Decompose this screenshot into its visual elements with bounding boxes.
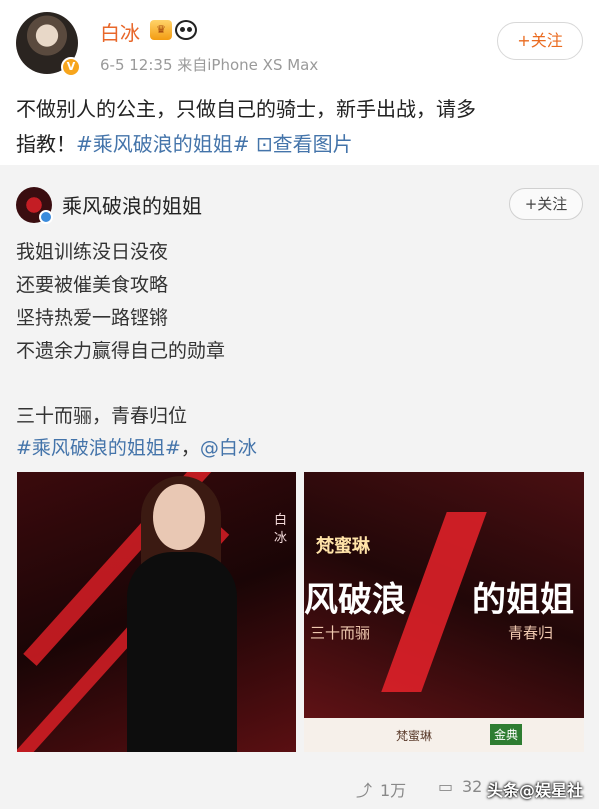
image-title: 风破浪 的姐姐 — [304, 572, 584, 621]
image-icon[interactable]: ⊡ — [250, 132, 273, 156]
repost-card[interactable]: 乘风破浪的姐姐 +关注 我姐训练没日没夜 还要被催美食攻略 坚持热爱一路铿锵 不… — [0, 165, 599, 809]
repost-tags: #乘风破浪的姐姐#，@白冰 — [16, 433, 257, 460]
post-text-line2: 指教！#乘风破浪的姐姐# ⊡查看图片 — [16, 127, 586, 162]
comment-count[interactable]: 32 — [462, 777, 482, 796]
image-sub-right: 青春归 — [508, 624, 554, 642]
figure-head — [153, 484, 205, 550]
repost-line-2: 还要被催美食攻略 — [16, 274, 169, 296]
repost-line-4: 不遗余力赢得自己的勋章 — [16, 340, 226, 362]
repost-icon[interactable]: ⤴ — [356, 777, 372, 801]
view-images-link[interactable]: 查看图片 — [273, 132, 353, 156]
post-text-line1: 不做别人的公主，只做自己的骑士，新手出战，请多 — [16, 97, 476, 121]
repost-hashtag-link[interactable]: #乘风破浪的姐姐# — [16, 437, 181, 459]
repost-line-1: 我姐训练没日没夜 — [16, 241, 169, 263]
image-side-name: 白冰 — [274, 513, 288, 546]
repost-username[interactable]: 乘风破浪的姐姐 — [62, 190, 202, 219]
image-thumbnail-right[interactable]: 梵蜜琳 风破浪 的姐姐 三十而骊 青春归 梵蜜琳 金典 — [304, 472, 584, 752]
repost-footer: ⤴ 1万 ▭ 32 头条@娱星社 — [0, 763, 599, 809]
comment-icon[interactable]: ▭ — [438, 777, 453, 796]
repost-follow-button[interactable]: +关注 — [509, 188, 583, 220]
image-sponsor: 梵蜜琳 — [316, 536, 370, 557]
post-text: 不做别人的公主，只做自己的骑士，新手出战，请多 指教！#乘风破浪的姐姐# ⊡查看… — [16, 92, 586, 162]
image-bottom-right: 金典 — [490, 724, 523, 745]
image-bottom-bar: 梵蜜琳 金典 — [304, 718, 584, 752]
image-sub-left: 三十而骊 — [310, 624, 371, 642]
repost-line-5: 三十而骊，青春归位 — [16, 405, 188, 427]
figure-dress — [127, 552, 237, 752]
hashtag-link[interactable]: #乘风破浪的姐姐# — [76, 132, 250, 156]
watermark: 头条@娱星社 — [487, 781, 584, 800]
verified-badge-icon: V — [61, 57, 81, 77]
image-title-tail: 的姐姐 — [472, 580, 574, 620]
post-text-prefix: 指教！ — [16, 132, 76, 156]
image-thumbnail-left[interactable]: 白冰 — [17, 472, 296, 752]
repost-line-3: 坚持热爱一路铿锵 — [16, 307, 169, 329]
image-bottom-left: 梵蜜琳 — [396, 729, 433, 743]
verified-blue-icon — [39, 210, 53, 224]
post-meta: 6-5 12:35 来自iPhone XS Max — [100, 56, 319, 74]
image-title-main: 风破浪 — [304, 580, 406, 620]
repost-separator: ， — [180, 437, 200, 459]
vip-crown-icon: ♛ — [150, 20, 172, 40]
mention-link[interactable]: @白冰 — [200, 437, 257, 459]
username[interactable]: 白冰 — [100, 17, 140, 46]
panda-icon — [175, 20, 197, 40]
follow-button[interactable]: +关注 — [497, 22, 583, 60]
repost-count[interactable]: 1万 — [380, 777, 406, 801]
post-header: V 白冰 ♛ 6-5 12:35 来自iPhone XS Max +关注 — [0, 0, 599, 80]
